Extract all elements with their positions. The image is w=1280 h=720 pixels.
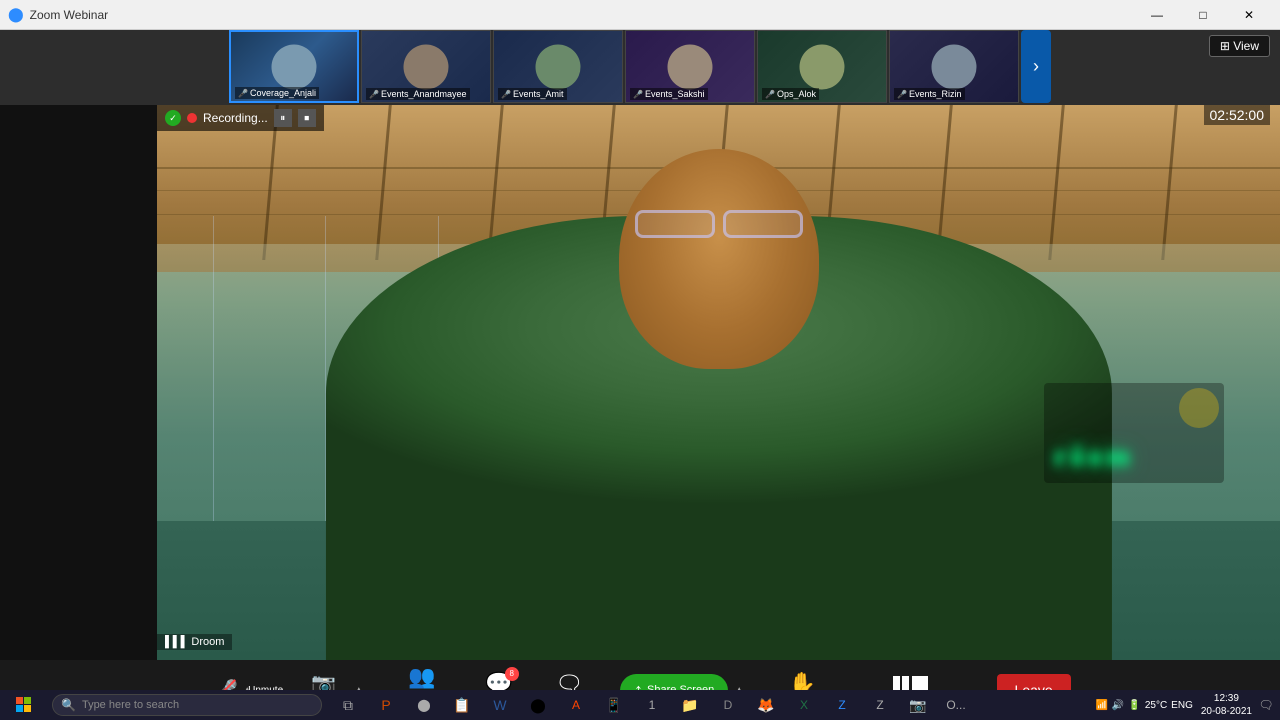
taskbar-app-firefox[interactable]: 🦊 (748, 690, 784, 720)
stop-recording-button[interactable]: ⏹ (298, 109, 316, 127)
volume-icon: 🔊 (1112, 700, 1124, 711)
thumbnail-strip: 🎤 Coverage_Anjali 🎤 Events_Anandmayee 🎤 … (229, 30, 1051, 103)
taskbar-clock: 12:39 20-08-2021 (1201, 692, 1252, 718)
thumb-name-anjali: 🎤 Coverage_Anjali (235, 87, 319, 99)
windows-taskbar: 🔍 Type here to search ⧉ P ⬤ 📋 W ⬤ A 📱 1 … (0, 690, 1280, 720)
thumbnail-scroll-right[interactable]: › (1021, 30, 1051, 103)
taskbar-app-word[interactable]: W (482, 690, 518, 720)
recording-label: Recording... (203, 111, 268, 125)
start-button[interactable] (0, 690, 48, 720)
close-button[interactable]: ✕ (1226, 0, 1272, 30)
taskbar-app-app12[interactable]: 📷 (900, 690, 936, 720)
left-panel (0, 105, 157, 660)
thumb-name-sakshi: 🎤 Events_Sakshi (630, 88, 708, 100)
taskbar-app-powerpoint[interactable]: P (368, 690, 404, 720)
network-icon: 📶 (1095, 700, 1107, 711)
taskbar-app-chrome[interactable]: ⬤ (520, 690, 556, 720)
video-background: rŏom (157, 105, 1280, 660)
thumb-name-anandmayee: 🎤 Events_Anandmayee (366, 88, 470, 100)
recording-timer: 02:52:00 (1204, 105, 1271, 125)
window-controls: — □ ✕ (1134, 0, 1272, 30)
taskbar-search-bar[interactable]: 🔍 Type here to search (52, 694, 322, 716)
temperature: 25°C (1145, 700, 1167, 711)
taskbar-app-app7[interactable]: 📱 (596, 690, 632, 720)
taskbar-app-files[interactable]: 📁 (672, 690, 708, 720)
droom-watermark: ▌▌▌ Droom (157, 634, 232, 650)
status-indicator: ✓ (165, 110, 181, 126)
title-text: Zoom Webinar (30, 8, 108, 22)
thumb-name-rizin: 🎤 Events_Rizin (894, 88, 965, 100)
lang-indicator: ENG (1171, 700, 1193, 711)
thumb-events-amit[interactable]: 🎤 Events_Amit (493, 30, 623, 103)
thumb-name-amit: 🎤 Events_Amit (498, 88, 567, 100)
taskbar-app-app-z2[interactable]: Z (862, 690, 898, 720)
taskbar-search-icon: 🔍 (61, 698, 76, 712)
taskbar-app-o[interactable]: O... (938, 690, 974, 720)
thumb-events-anandmayee[interactable]: 🎤 Events_Anandmayee (361, 30, 491, 103)
thumb-name-alok: 🎤 Ops_Alok (762, 88, 819, 100)
main-video-area: rŏom (157, 105, 1280, 660)
taskbar-app-excel[interactable]: X (786, 690, 822, 720)
notification-icon: 🗨 (1258, 698, 1273, 712)
windows-logo-icon (16, 697, 32, 713)
thumb-events-sakshi[interactable]: 🎤 Events_Sakshi (625, 30, 755, 103)
window-title: ⬤ Zoom Webinar (8, 6, 108, 23)
thumb-ops-alok[interactable]: 🎤 Ops_Alok (757, 30, 887, 103)
pause-recording-button[interactable]: ⏸ (274, 109, 292, 127)
recording-bar: ✓ Recording... ⏸ ⏹ (157, 105, 324, 131)
taskbar-app-dell[interactable]: ⬤ (406, 690, 442, 720)
thumb-coverage-anjali[interactable]: 🎤 Coverage_Anjali (229, 30, 359, 103)
taskbar-app-d[interactable]: D (710, 690, 746, 720)
taskbar-date: 20-08-2021 (1201, 705, 1252, 718)
zoom-icon: ⬤ (8, 6, 24, 23)
title-bar: ⬤ Zoom Webinar — □ ✕ (0, 0, 1280, 30)
taskbar-app-acrobat[interactable]: A (558, 690, 594, 720)
taskbar-time: 12:39 (1201, 692, 1252, 705)
taskbar-app-zoom[interactable]: Z (824, 690, 860, 720)
taskbar-search-placeholder: Type here to search (82, 699, 179, 711)
task-view-button[interactable]: ⧉ (330, 690, 366, 720)
participants-icon: 👥 (408, 664, 435, 690)
thumb-events-rizin[interactable]: 🎤 Events_Rizin (889, 30, 1019, 103)
taskbar-apps: ⧉ P ⬤ 📋 W ⬤ A 📱 1 📁 D 🦊 X Z Z 📷 O... (326, 690, 1087, 720)
record-dot (187, 113, 197, 123)
maximize-button[interactable]: □ (1180, 0, 1226, 30)
taskbar-app-1[interactable]: 1 (634, 690, 670, 720)
taskbar-app-app3[interactable]: 📋 (444, 690, 480, 720)
view-button[interactable]: ⊞ View (1209, 35, 1270, 57)
battery-icon: 🔋 (1128, 700, 1140, 711)
notification-button[interactable]: 🗨 (1252, 690, 1280, 720)
minimize-button[interactable]: — (1134, 0, 1180, 30)
zoom-main-area: 🎤 Coverage_Anjali 🎤 Events_Anandmayee 🎤 … (0, 30, 1280, 720)
qa-badge: 8 (505, 667, 519, 681)
taskbar-system-tray: 📶 🔊 🔋 25°C ENG (1087, 700, 1200, 711)
